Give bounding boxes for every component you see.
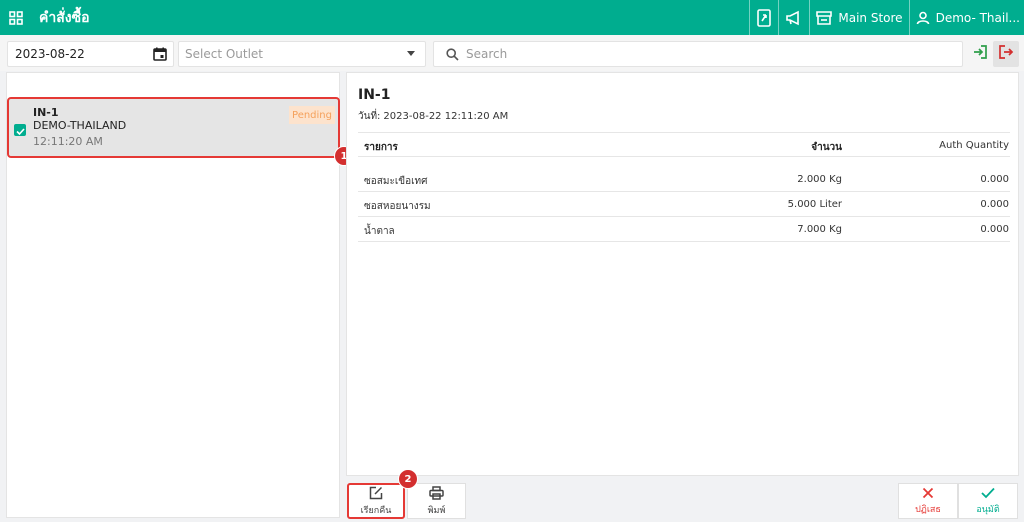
search-placeholder: Search [466,47,508,61]
reject-button[interactable]: ปฏิเสธ [898,483,958,519]
print-button[interactable]: พิมพ์ [407,483,466,519]
date-label: วันที่: [358,111,381,122]
cell-name: น้ำตาล [364,226,395,237]
sign-out-icon [998,44,1014,64]
recall-button[interactable]: เรียกคืน [347,483,405,519]
order-time: 12:11:20 AM [33,135,103,148]
cell-auth-qty: 0.000 [980,199,1009,210]
reject-label: ปฏิเสธ [915,504,941,515]
import-button[interactable] [967,41,993,67]
store-selector[interactable]: Main Store [809,0,908,35]
cell-name: ซอสหอยนางรม [364,201,431,212]
col-auth-qty: Auth Quantity [939,140,1009,151]
items-table: รายการ จำนวน Auth Quantity ซอสมะเขือเทศ … [358,132,1010,242]
cell-auth-qty: 0.000 [980,174,1009,185]
order-list: IN-1 DEMO-THAILAND 12:11:20 AM Pending [6,72,340,518]
table-row: น้ำตาล 7.000 Kg 0.000 [358,217,1010,242]
calendar-icon[interactable] [153,47,167,64]
check-icon [981,487,995,502]
outlet-placeholder: Select Outlet [185,47,264,61]
close-icon [922,487,934,502]
megaphone-icon [785,10,803,26]
cell-name: ซอสมะเขือเทศ [364,176,428,187]
col-qty: จำนวน [811,142,842,153]
cell-qty: 7.000 Kg [797,224,842,235]
order-outlet: DEMO-THAILAND [33,119,127,132]
export-button[interactable] [993,41,1019,67]
store-name: Main Store [838,10,903,25]
date-picker[interactable]: 2023-08-22 [7,41,174,67]
approve-button[interactable]: อนุมัติ [958,483,1018,519]
cell-qty: 5.000 Liter [787,199,842,210]
user-menu[interactable]: Demo- Thail... [908,0,1024,35]
table-row: ซอสหอยนางรม 5.000 Liter 0.000 [358,192,1010,217]
approve-label: อนุมัติ [976,504,1000,515]
step-marker-2: 2 [398,469,418,489]
detail-date: วันที่: 2023-08-22 12:11:20 AM [358,109,508,124]
order-checkbox[interactable] [14,124,26,136]
search-input[interactable]: Search [433,41,963,67]
user-icon [916,11,930,25]
outlet-select[interactable]: Select Outlet [178,41,426,67]
date-value: 2023-08-22 [15,47,85,61]
printer-icon [429,485,444,503]
status-badge: Pending [289,106,335,124]
user-name: Demo- Thail... [935,10,1020,25]
cell-qty: 2.000 Kg [797,174,842,185]
caret-down-icon [407,51,415,56]
edit-icon [369,486,383,503]
cell-auth-qty: 0.000 [980,224,1009,235]
date-value: 2023-08-22 12:11:20 AM [383,111,509,122]
list-item[interactable]: IN-1 DEMO-THAILAND 12:11:20 AM Pending [7,97,340,158]
col-name: รายการ [364,142,398,153]
table-header: รายการ จำนวน Auth Quantity [358,132,1010,157]
check-icon [15,121,25,140]
sign-in-icon [972,44,988,64]
print-label: พิมพ์ [427,505,446,516]
table-row: ซอสมะเขือเทศ 2.000 Kg 0.000 [358,167,1010,192]
top-bar: คำสั่งซื้อ Main Store Demo- Thail... [0,0,1024,35]
detail-title: IN-1 [358,87,391,103]
order-id: IN-1 [33,106,59,119]
action-bar: เรียกคืน พิมพ์ ปฏิเสธ อนุมัติ [346,477,1019,522]
device-button[interactable] [749,0,778,35]
recall-label: เรียกคืน [360,505,392,516]
store-icon [816,10,833,25]
search-icon [446,48,459,64]
order-detail: IN-1 วันที่: 2023-08-22 12:11:20 AM รายกา… [346,72,1019,476]
page-title: คำสั่งซื้อ [39,9,90,26]
tablet-icon [756,8,772,27]
grid-icon[interactable] [1,0,31,35]
announcement-button[interactable] [778,0,809,35]
filter-bar: 2023-08-22 Select Outlet Search [0,35,1024,71]
